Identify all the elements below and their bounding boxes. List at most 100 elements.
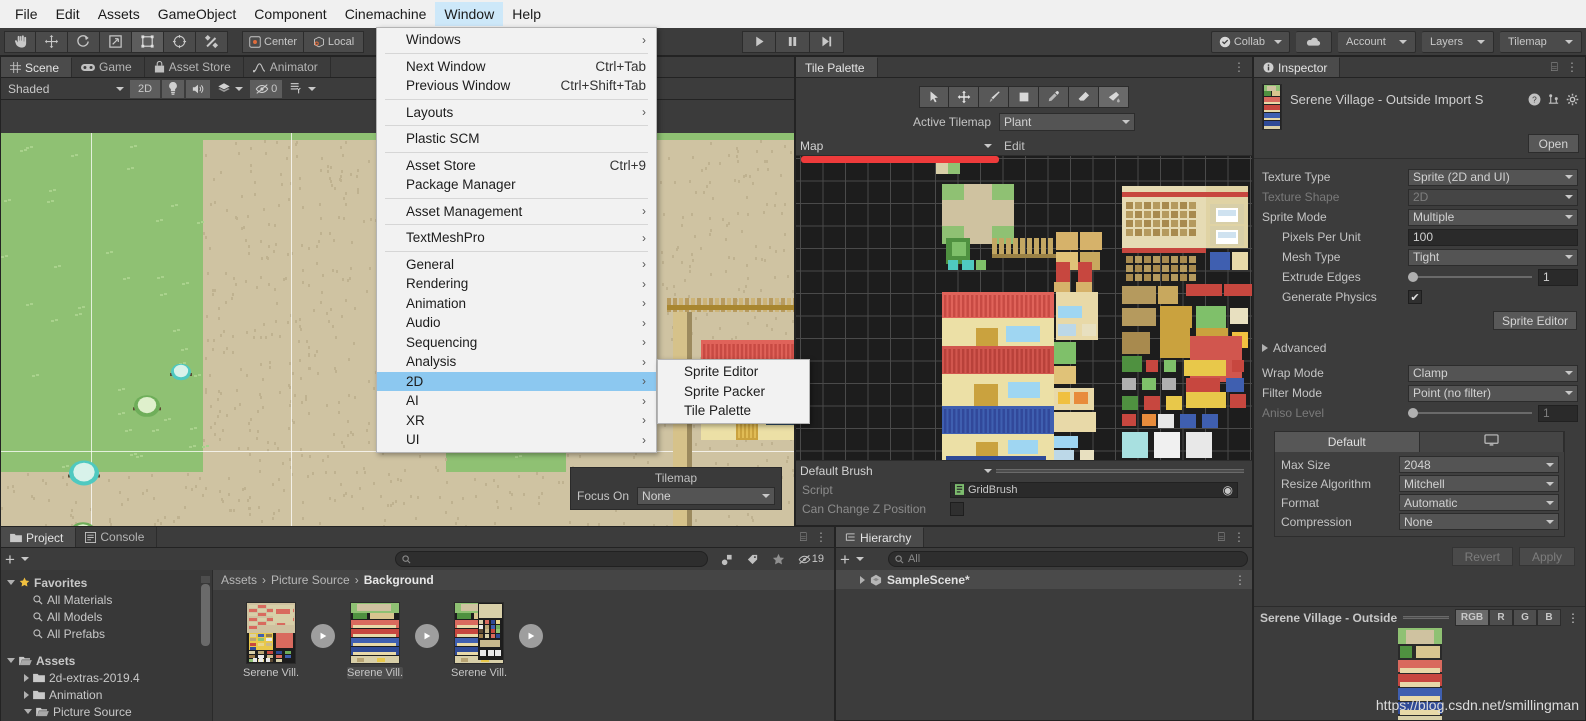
channel-button-g[interactable]: G	[1513, 609, 1537, 626]
hierarchy-row[interactable]: SampleScene* ⋮	[836, 570, 1252, 589]
move-tool-button[interactable]	[949, 86, 979, 108]
chevron-down-icon[interactable]	[7, 580, 15, 585]
create-gameobject-button[interactable]: +	[840, 551, 850, 568]
hierarchy-menu-icon[interactable]: ⋮	[1233, 530, 1245, 544]
paint-brush-tool-button[interactable]	[979, 86, 1009, 108]
draw-mode-dropdown[interactable]: Shaded	[4, 80, 128, 98]
tab-project[interactable]: Project	[1, 527, 76, 547]
asset-item[interactable]: Serene Vill...	[451, 602, 507, 679]
lock-icon[interactable]: ⌸	[1218, 530, 1225, 545]
select-tool-button[interactable]	[919, 86, 949, 108]
menu-gameobject[interactable]: GameObject	[149, 2, 246, 26]
box-fill-tool-button[interactable]	[1009, 86, 1039, 108]
layers-button[interactable]: Layers	[1422, 31, 1494, 53]
gear-icon[interactable]	[1566, 93, 1579, 109]
submenu-2d-item-tile-palette[interactable]: Tile Palette	[658, 401, 809, 421]
hierarchy-search-input[interactable]: All	[888, 551, 1248, 567]
tree-item-all-materials[interactable]: All Materials	[1, 591, 212, 608]
row-input[interactable]: 100	[1408, 229, 1578, 246]
window-menu-item-sequencing[interactable]: Sequencing ›	[377, 333, 656, 353]
project-menu-icon[interactable]: ⋮	[815, 530, 827, 544]
chevron-right-icon[interactable]	[24, 691, 29, 699]
window-menu-item-animation[interactable]: Animation ›	[377, 294, 656, 314]
asset-item[interactable]: Serene Vill...	[347, 602, 403, 679]
fx-toggle-button[interactable]	[212, 80, 248, 98]
window-menu-item-analysis[interactable]: Analysis ›	[377, 352, 656, 372]
visibility-count-button[interactable]: 19	[792, 550, 830, 568]
move-tool-button[interactable]	[36, 31, 68, 53]
window-menu-item-asset-management[interactable]: Asset Management ›	[377, 202, 656, 222]
fill-tool-button[interactable]	[1099, 86, 1129, 108]
cloud-button[interactable]	[1296, 31, 1332, 53]
breadcrumb-item[interactable]: Background	[364, 573, 434, 587]
tab-asset-store[interactable]: Asset Store	[145, 57, 244, 77]
tree-item-all-models[interactable]: All Models	[1, 608, 212, 625]
account-button[interactable]: Account	[1338, 31, 1416, 53]
window-menu-item-ai[interactable]: AI ›	[377, 391, 656, 411]
menu-window[interactable]: Window	[435, 2, 503, 26]
channel-button-rgb[interactable]: RGB	[1455, 609, 1489, 626]
chevron-down-icon[interactable]	[7, 658, 15, 663]
brush-dropdown[interactable]: Default Brush	[796, 462, 996, 480]
tab-inspector[interactable]: Inspector	[1254, 57, 1340, 77]
window-menu-item-ui[interactable]: UI ›	[377, 430, 656, 450]
lock-icon[interactable]: ⌸	[1551, 60, 1558, 75]
palette-selector-dropdown[interactable]: Map	[796, 137, 996, 155]
preview-menu-icon[interactable]: ⋮	[1567, 611, 1579, 625]
hand-tool-button[interactable]	[4, 31, 36, 53]
row-slider[interactable]	[1408, 405, 1532, 422]
window-menu-item-layouts[interactable]: Layouts ›	[377, 103, 656, 123]
eraser-tool-button[interactable]	[1069, 86, 1099, 108]
apply-button[interactable]: Apply	[1519, 547, 1575, 566]
menu-file[interactable]: File	[6, 2, 47, 26]
can-change-z-checkbox[interactable]	[950, 502, 964, 516]
transform-tool-button[interactable]	[164, 31, 196, 53]
filter-label-button[interactable]	[740, 550, 766, 568]
revert-button[interactable]: Revert	[1452, 547, 1513, 566]
filter-type-button[interactable]	[714, 550, 740, 568]
row-checkbox[interactable]: ✔	[1408, 290, 1422, 304]
tree-item-animation[interactable]: Animation	[1, 686, 212, 703]
collab-button[interactable]: Collab	[1211, 31, 1290, 53]
submenu-2d-item-sprite-editor[interactable]: Sprite Editor	[658, 362, 809, 382]
window-menu-item-audio[interactable]: Audio ›	[377, 313, 656, 333]
channel-button-b[interactable]: B	[1537, 609, 1561, 626]
tree-item-2d-extras-2019-4[interactable]: 2d-extras-2019.4	[1, 669, 212, 686]
window-menu-item-previous-window[interactable]: Previous Window Ctrl+Shift+Tab	[377, 76, 656, 96]
window-menu-item-2d[interactable]: 2D ›	[377, 372, 656, 392]
row-dropdown[interactable]: Mitchell	[1399, 475, 1559, 492]
picker-tool-button[interactable]	[1039, 86, 1069, 108]
filter-favorite-button[interactable]	[766, 550, 792, 568]
lighting-toggle-button[interactable]	[162, 80, 184, 98]
menu-cinemachine[interactable]: Cinemachine	[336, 2, 436, 26]
window-menu-item-textmeshpro[interactable]: TextMeshPro ›	[377, 228, 656, 248]
chevron-right-icon[interactable]	[860, 576, 865, 584]
pivot-rotation-button[interactable]: Local	[304, 31, 364, 53]
advanced-foldout[interactable]: Advanced	[1254, 337, 1585, 359]
layout-button[interactable]: Tilemap	[1500, 31, 1582, 53]
palette-menu-icon[interactable]: ⋮	[1233, 60, 1245, 74]
window-menu-item-package-manager[interactable]: Package Manager	[377, 175, 656, 195]
sprite-editor-button[interactable]: Sprite Editor	[1493, 311, 1577, 330]
tab-console[interactable]: Console	[76, 527, 157, 547]
script-object-field[interactable]: GridBrush ◉	[950, 482, 1238, 498]
rotate-tool-button[interactable]	[68, 31, 100, 53]
asset-item[interactable]: Serene Vill...	[243, 602, 299, 679]
pause-button[interactable]	[776, 31, 810, 53]
platform-tab-standalone[interactable]	[1420, 432, 1565, 452]
hierarchy-row-menu-icon[interactable]: ⋮	[1234, 573, 1252, 587]
window-menu-item-xr[interactable]: XR ›	[377, 411, 656, 431]
help-icon[interactable]: ?	[1528, 93, 1541, 109]
palette-edit-button[interactable]: Edit	[996, 139, 1033, 153]
active-tilemap-dropdown[interactable]: Plant	[999, 113, 1135, 131]
hidden-objects-button[interactable]: 0	[250, 80, 282, 98]
row-dropdown[interactable]: Sprite (2D and UI)	[1408, 169, 1578, 186]
lock-icon[interactable]: ⌸	[800, 530, 807, 545]
row-dropdown[interactable]: Clamp	[1408, 365, 1578, 382]
chevron-right-icon[interactable]	[24, 674, 29, 682]
open-asset-button[interactable]: Open	[1528, 134, 1579, 153]
row-slider[interactable]	[1408, 269, 1532, 286]
asset-preview-play-button[interactable]	[415, 624, 439, 648]
window-menu-item-windows[interactable]: Windows ›	[377, 30, 656, 50]
menu-edit[interactable]: Edit	[47, 2, 89, 26]
